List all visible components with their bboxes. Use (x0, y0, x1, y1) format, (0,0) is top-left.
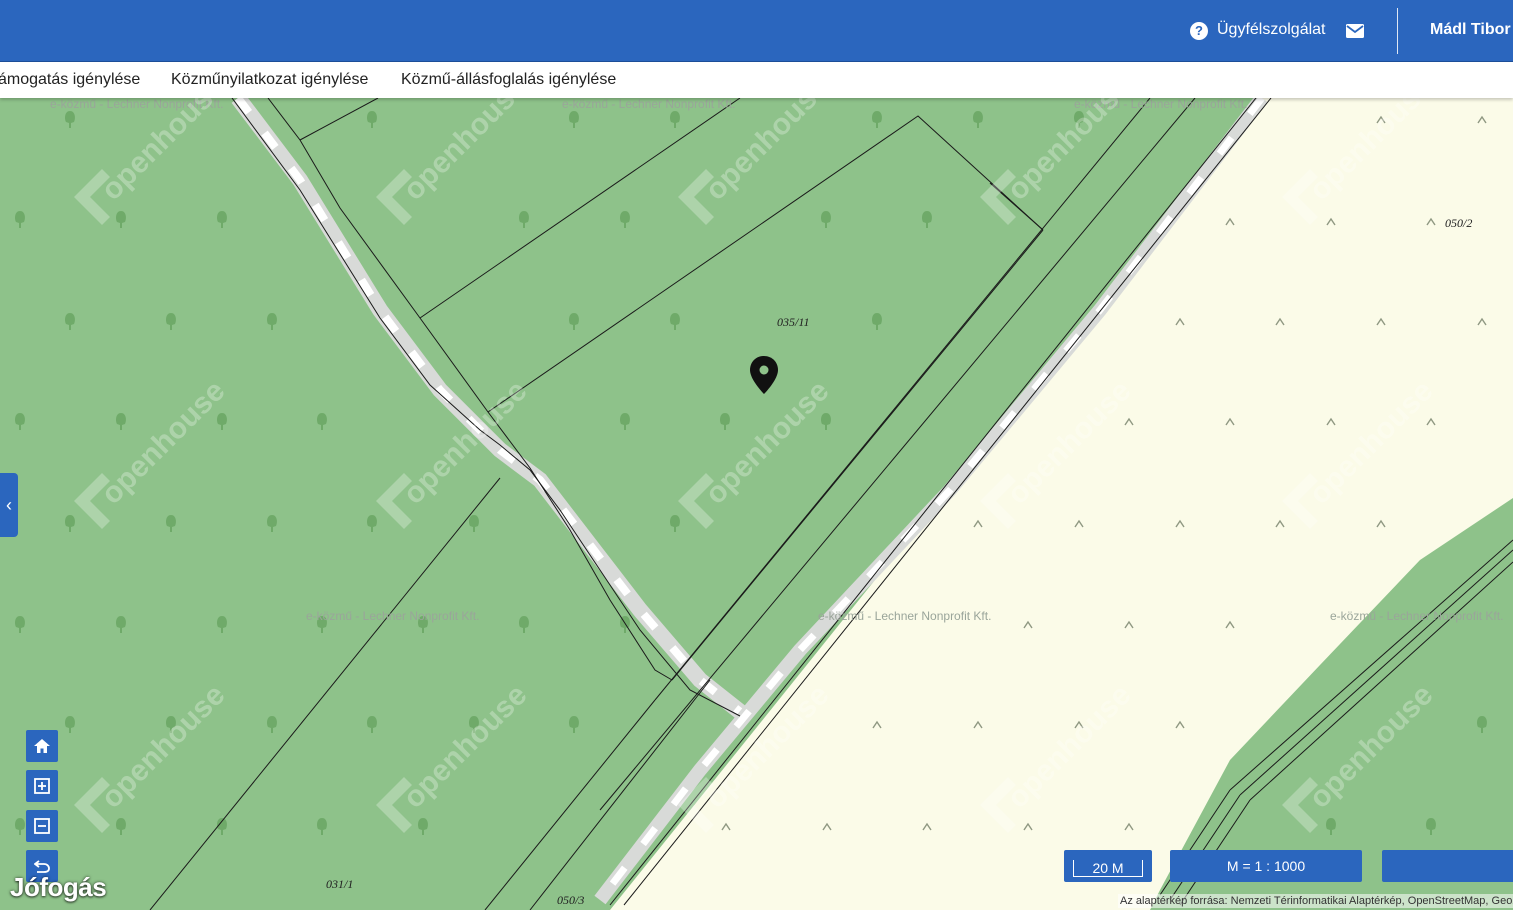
home-button[interactable] (26, 730, 58, 762)
header-divider (1397, 8, 1398, 54)
parcel-label: 035/11 (777, 315, 809, 329)
parcel-label: 050/3 (557, 893, 584, 907)
jofogas-watermark: Jófogás (10, 872, 107, 902)
svg-text:e-közmű - Lechner Nonprofit Kf: e-közmű - Lechner Nonprofit Kft. (306, 609, 479, 623)
map-canvas[interactable]: openhouse (0, 98, 1513, 910)
svg-text:e-közmű - Lechner Nonprofit Kf: e-közmű - Lechner Nonprofit Kft. (1330, 609, 1503, 623)
map-attribution: Az alaptérkép forrása: Nemzeti Térinform… (1118, 894, 1513, 908)
zoom-out-button[interactable] (26, 810, 58, 842)
menu-item-utility-statement[interactable]: Közműnyilatkozat igénylése (171, 71, 368, 89)
menu-bar: ámogatás igénylése Közműnyilatkozat igén… (0, 62, 1513, 98)
svg-text:e-közmű - Lechner Nonprofit Kf: e-közmű - Lechner Nonprofit Kft. (818, 609, 991, 623)
mail-icon[interactable] (1346, 24, 1364, 38)
coordinate-box[interactable] (1382, 850, 1513, 882)
sidebar-toggle[interactable]: ‹ (0, 473, 18, 537)
svg-text:e-közmű - Lechner Nonprofit Kf: e-közmű - Lechner Nonprofit Kft. (562, 98, 735, 111)
scale-ratio[interactable]: M = 1 : 1000 (1170, 850, 1362, 882)
help-icon[interactable]: ? (1190, 22, 1208, 40)
top-bar: ? Ügyfélszolgálat Mádl Tibor I (0, 0, 1513, 62)
home-icon (34, 739, 50, 753)
scale-bar: 20 M (1064, 850, 1152, 882)
parcel-label: 050/2 (1445, 216, 1472, 230)
zoom-in-icon (34, 778, 50, 794)
zoom-in-button[interactable] (26, 770, 58, 802)
menu-item-support-request[interactable]: ámogatás igénylése (0, 71, 140, 89)
help-link[interactable]: Ügyfélszolgálat (1217, 21, 1326, 39)
user-name[interactable]: Mádl Tibor I (1430, 21, 1513, 39)
menu-item-utility-position[interactable]: Közmű-állásfoglalás igénylése (401, 71, 616, 89)
zoom-out-icon (34, 818, 50, 834)
parcel-label: 031/1 (326, 877, 353, 891)
map-view[interactable]: openhouse (0, 98, 1513, 910)
scale-bar-label: 20 M (1073, 859, 1143, 877)
